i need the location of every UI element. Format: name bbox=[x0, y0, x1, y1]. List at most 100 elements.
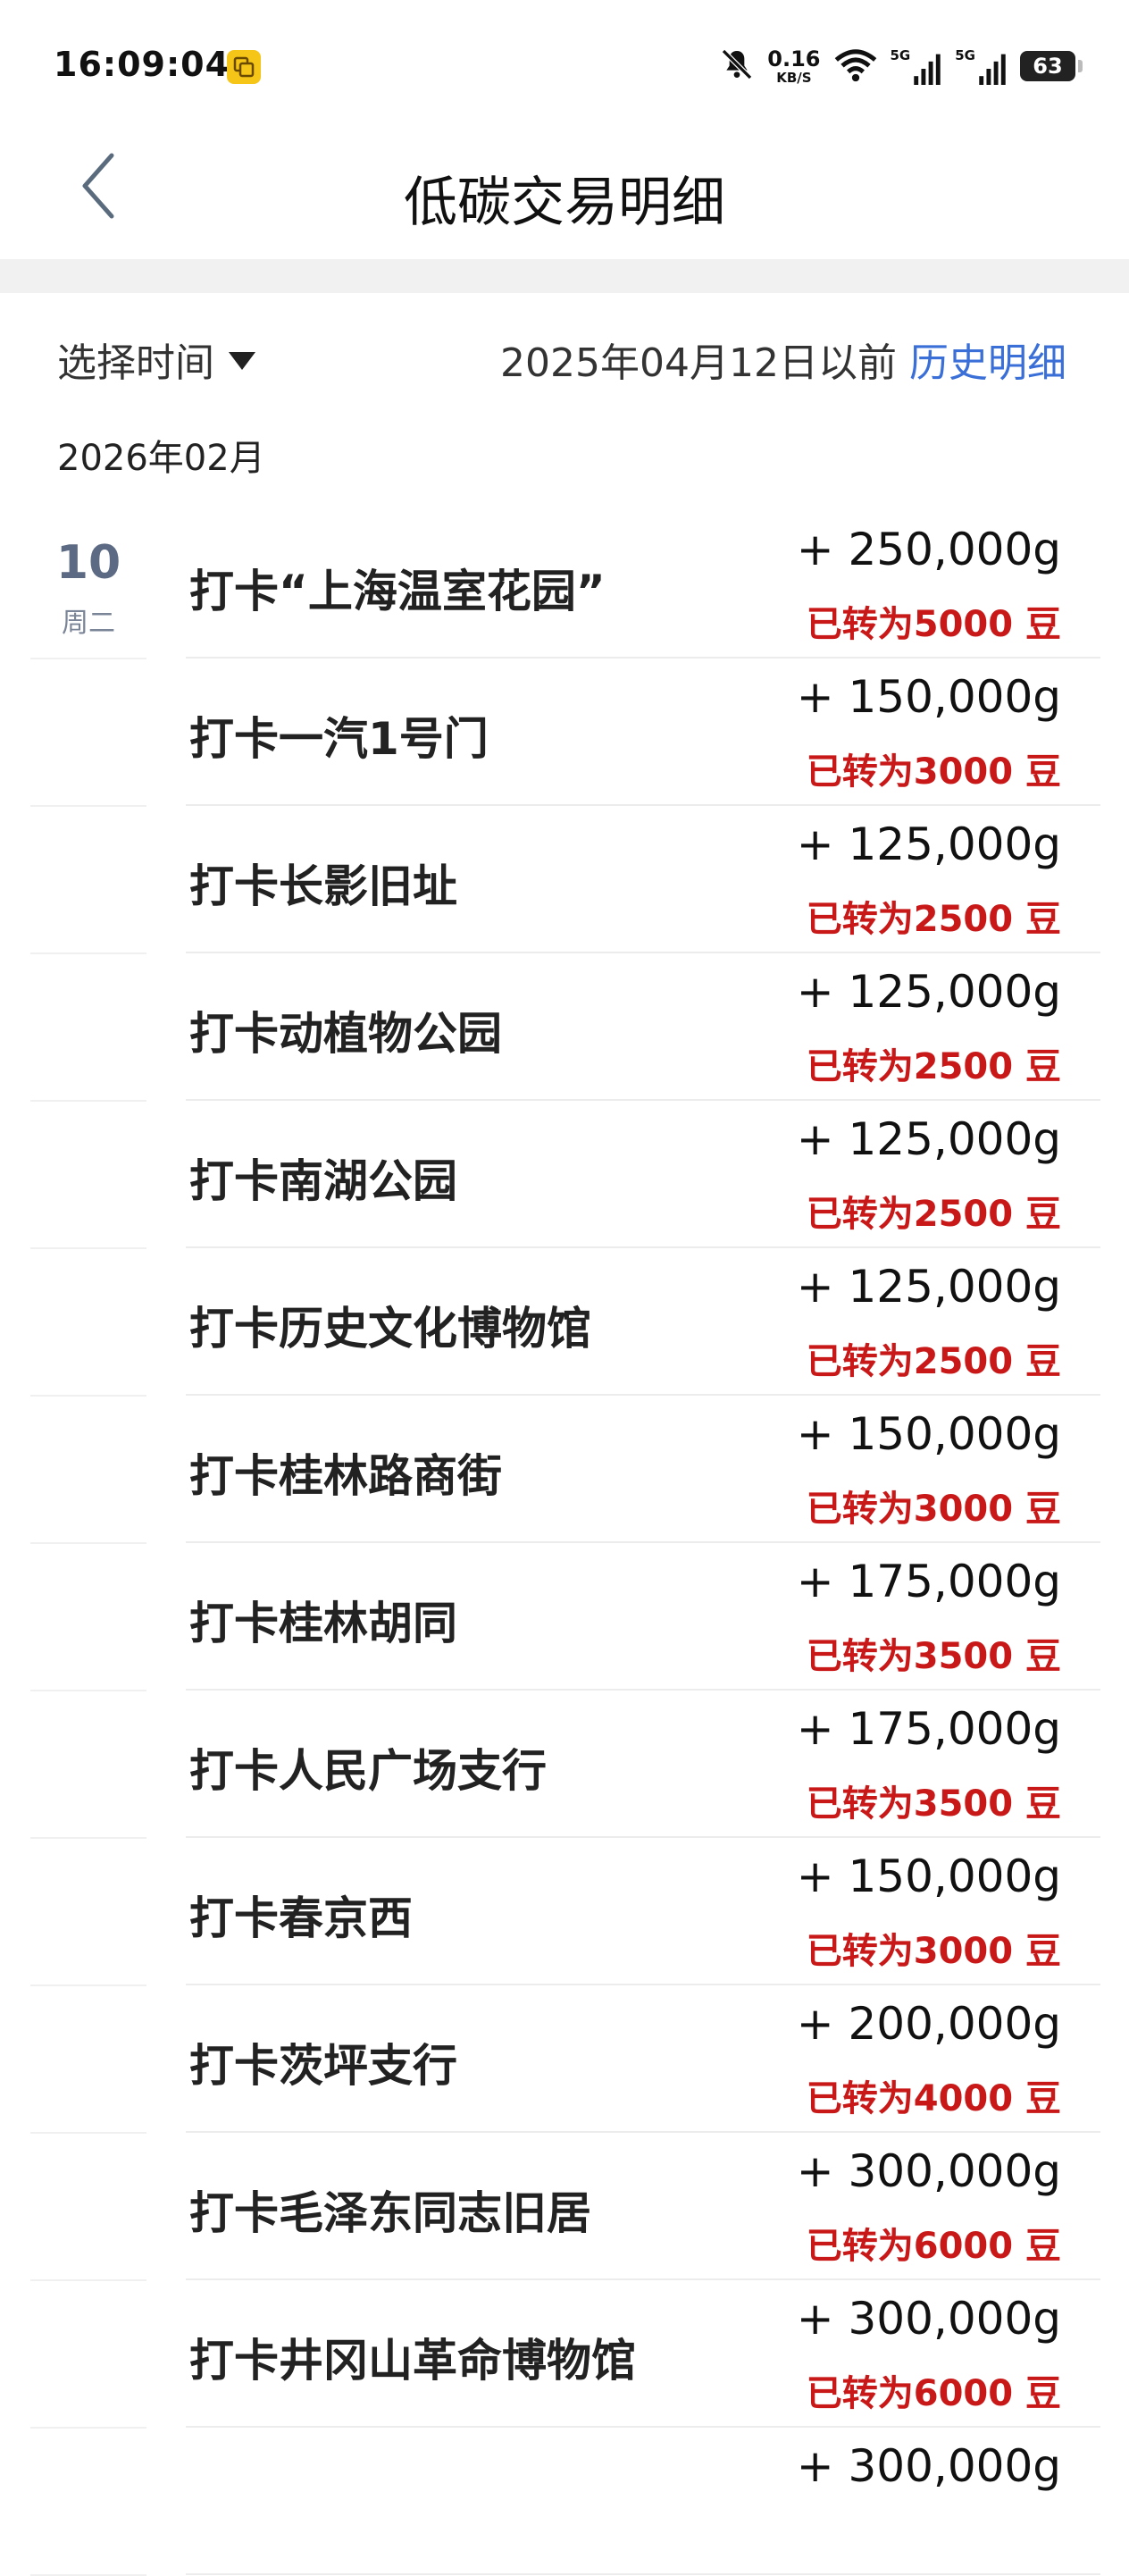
converted-beans: 已转为5000 豆 bbox=[806, 604, 1061, 645]
converted-beans: 已转为2500 豆 bbox=[806, 899, 1061, 940]
transaction-title: 打卡动植物公园 bbox=[189, 1008, 502, 1060]
date-cell bbox=[30, 1248, 146, 1397]
net-type-2: 5G bbox=[955, 47, 975, 63]
date-cell bbox=[30, 1396, 146, 1544]
battery-icon: 63 bbox=[1020, 51, 1083, 81]
transaction-title: 打卡春京西 bbox=[189, 1892, 413, 1944]
converted-beans: 已转为3500 豆 bbox=[806, 1783, 1061, 1825]
transaction-row[interactable]: 打卡历史文化博物馆 + 125,000g 已转为2500 豆 bbox=[0, 1248, 1129, 1397]
signal-sim1: 5G bbox=[891, 47, 943, 85]
converted-beans: 已转为2500 豆 bbox=[806, 1194, 1061, 1235]
transaction-row[interactable]: 10 周二 打卡“上海温室花园” + 250,000g 已转为5000 豆 bbox=[0, 511, 1129, 659]
header-divider bbox=[0, 259, 1129, 293]
transaction-amount: + 200,000g bbox=[796, 1998, 1061, 2050]
date-cell: 10 周二 bbox=[30, 511, 146, 659]
transaction-title: 打卡毛泽东同志旧居 bbox=[189, 2187, 591, 2239]
filter-row: 选择时间 2025年04月12日以前 历史明细 bbox=[0, 322, 1129, 402]
transaction-amount: + 300,000g bbox=[796, 2293, 1061, 2345]
signal-sim2: 5G bbox=[955, 47, 1008, 85]
transaction-amount: + 125,000g bbox=[796, 1113, 1061, 1165]
transaction-row[interactable]: + 300,000g bbox=[0, 2428, 1129, 2576]
converted-beans: 已转为3000 豆 bbox=[806, 1931, 1061, 1972]
signal-icon bbox=[979, 54, 1006, 85]
history-line: 2025年04月12日以前 历史明细 bbox=[500, 331, 1066, 388]
transaction-amount: + 175,000g bbox=[796, 1703, 1061, 1755]
bell-off-icon bbox=[719, 46, 755, 86]
transaction-title: 打卡桂林路商街 bbox=[189, 1450, 502, 1502]
speed-unit: KB/S bbox=[776, 69, 812, 86]
status-time: 16:09:04 bbox=[54, 45, 230, 84]
transaction-title: 打卡井冈山革命博物馆 bbox=[189, 2335, 636, 2387]
transaction-row[interactable]: 打卡桂林胡同 + 175,000g 已转为3500 豆 bbox=[0, 1543, 1129, 1691]
transaction-amount: + 150,000g bbox=[796, 671, 1061, 723]
transaction-title: 打卡人民广场支行 bbox=[189, 1745, 547, 1797]
transaction-title: 打卡一汽1号门 bbox=[189, 713, 489, 765]
nav-bar: 低碳交易明细 bbox=[0, 134, 1129, 259]
copy-icon bbox=[227, 50, 261, 84]
date-cell bbox=[30, 1691, 146, 1839]
transaction-title: 打卡南湖公园 bbox=[189, 1155, 457, 1207]
date-cell bbox=[30, 1838, 146, 1986]
transaction-amount: + 125,000g bbox=[796, 818, 1061, 870]
date-cell bbox=[30, 1101, 146, 1249]
network-speed: 0.16 KB/S bbox=[767, 48, 820, 85]
transaction-amount: + 150,000g bbox=[796, 1408, 1061, 1460]
transaction-row[interactable]: 打卡长影旧址 + 125,000g 已转为2500 豆 bbox=[0, 806, 1129, 954]
transaction-row[interactable]: 打卡一汽1号门 + 150,000g 已转为3000 豆 bbox=[0, 659, 1129, 807]
transaction-list: 10 周二 打卡“上海温室花园” + 250,000g 已转为5000 豆打卡一汽1号门… bbox=[0, 511, 1129, 2576]
transaction-amount: + 175,000g bbox=[796, 1556, 1061, 1607]
select-time-label: 选择时间 bbox=[57, 340, 214, 386]
converted-beans: 已转为3500 豆 bbox=[806, 1636, 1061, 1677]
transaction-amount: + 300,000g bbox=[796, 2145, 1061, 2197]
status-bar: 16:09:04 0.16 KB/S 5G 5G 63 bbox=[0, 0, 1129, 134]
transaction-amount: + 125,000g bbox=[796, 1261, 1061, 1313]
transaction-row[interactable]: 打卡毛泽东同志旧居 + 300,000g 已转为6000 豆 bbox=[0, 2133, 1129, 2281]
transaction-row[interactable]: 打卡南湖公园 + 125,000g 已转为2500 豆 bbox=[0, 1101, 1129, 1249]
converted-beans: 已转为2500 豆 bbox=[806, 1341, 1061, 1382]
converted-beans: 已转为3000 豆 bbox=[806, 751, 1061, 793]
row-divider bbox=[186, 2573, 1100, 2575]
transaction-amount: + 125,000g bbox=[796, 966, 1061, 1018]
converted-beans: 已转为2500 豆 bbox=[806, 1046, 1061, 1087]
transaction-row[interactable]: 打卡春京西 + 150,000g 已转为3000 豆 bbox=[0, 1838, 1129, 1986]
date-cell bbox=[30, 1985, 146, 2134]
date-cell bbox=[30, 659, 146, 807]
weekday: 周二 bbox=[62, 608, 115, 639]
transaction-title: 打卡桂林胡同 bbox=[189, 1598, 457, 1649]
battery-level: 63 bbox=[1033, 54, 1063, 79]
transaction-amount: + 250,000g bbox=[796, 524, 1061, 575]
transaction-title: 打卡历史文化博物馆 bbox=[189, 1303, 591, 1355]
page-title: 低碳交易明细 bbox=[404, 172, 725, 234]
signal-icon bbox=[914, 54, 941, 85]
transaction-row[interactable]: 打卡井冈山革命博物馆 + 300,000g 已转为6000 豆 bbox=[0, 2280, 1129, 2429]
speed-value: 0.16 bbox=[767, 46, 821, 71]
transaction-row[interactable]: 打卡动植物公园 + 125,000g 已转为2500 豆 bbox=[0, 953, 1129, 1102]
converted-beans: 已转为6000 豆 bbox=[806, 2373, 1061, 2414]
caret-down-icon bbox=[229, 352, 255, 370]
net-type-1: 5G bbox=[890, 47, 911, 63]
transaction-title: 打卡长影旧址 bbox=[189, 860, 457, 912]
select-time-dropdown[interactable]: 选择时间 bbox=[57, 331, 255, 388]
date-cell bbox=[30, 953, 146, 1102]
date-cell bbox=[30, 2280, 146, 2429]
transaction-amount: + 150,000g bbox=[796, 1850, 1061, 1902]
date-cell bbox=[30, 2133, 146, 2281]
converted-beans: 已转为4000 豆 bbox=[806, 2078, 1061, 2119]
transaction-row[interactable]: 打卡桂林路商街 + 150,000g 已转为3000 豆 bbox=[0, 1396, 1129, 1544]
history-detail-link[interactable]: 历史明细 bbox=[909, 331, 1066, 388]
date-cell bbox=[30, 2428, 146, 2576]
converted-beans: 已转为6000 豆 bbox=[806, 2226, 1061, 2267]
transaction-title: 打卡“上海温室花园” bbox=[189, 566, 606, 617]
transaction-row[interactable]: 打卡茨坪支行 + 200,000g 已转为4000 豆 bbox=[0, 1985, 1129, 2134]
transaction-amount: + 300,000g bbox=[796, 2440, 1061, 2492]
transaction-row[interactable]: 打卡人民广场支行 + 175,000g 已转为3500 豆 bbox=[0, 1691, 1129, 1839]
month-label: 2026年02月 bbox=[57, 438, 265, 479]
transaction-title: 打卡茨坪支行 bbox=[189, 2040, 457, 2092]
history-note: 2025年04月12日以前 bbox=[500, 340, 897, 386]
day-number: 10 bbox=[55, 536, 121, 590]
date-cell bbox=[30, 806, 146, 954]
converted-beans: 已转为3000 豆 bbox=[806, 1489, 1061, 1530]
date-cell bbox=[30, 1543, 146, 1691]
status-icons: 0.16 KB/S 5G 5G 63 bbox=[719, 43, 1083, 89]
wifi-icon bbox=[833, 46, 878, 86]
